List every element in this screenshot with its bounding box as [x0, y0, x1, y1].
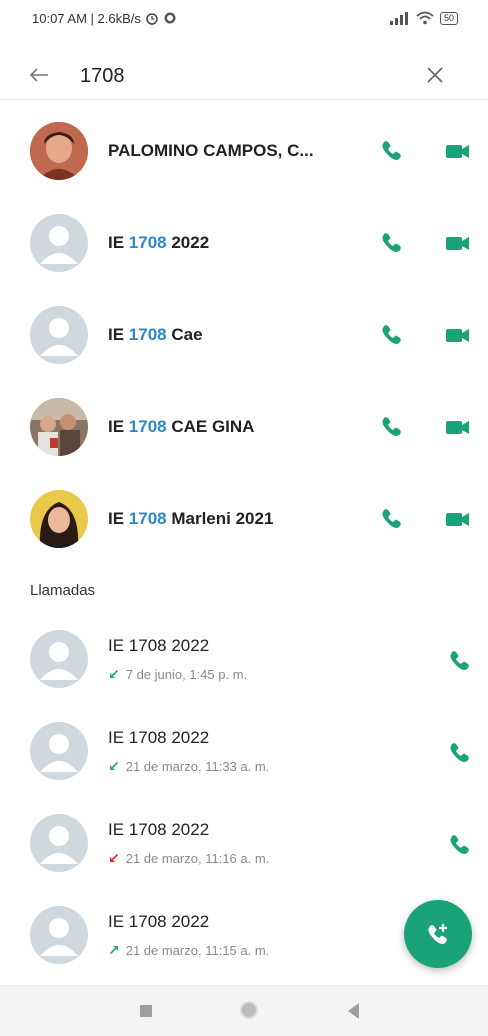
- contact-row[interactable]: IE 1708 Cae: [0, 290, 488, 380]
- status-time: 10:07 AM | 2.6kB/s: [32, 10, 141, 26]
- call-meta: ↙ 21 de marzo, 11:16 a. m.: [108, 850, 269, 867]
- person-photo-icon: [30, 122, 88, 180]
- contact-name: PALOMINO CAMPOS, C...: [108, 141, 314, 160]
- new-call-fab[interactable]: [404, 900, 472, 968]
- section-header-calls: Llamadas: [30, 582, 96, 599]
- contact-row[interactable]: IE 1708 2022: [0, 198, 488, 288]
- video-call-icon[interactable]: [444, 506, 472, 532]
- call-name: IE 1708 2022: [108, 728, 210, 747]
- incoming-call-icon: ↙: [108, 666, 120, 682]
- missed-call-icon: ↙: [108, 850, 120, 866]
- contact-row[interactable]: IE 1708 CAE GINA: [0, 382, 488, 472]
- call-log-row[interactable]: IE 1708 2022 ↙ 21 de marzo, 11:33 a. m.: [0, 712, 488, 804]
- voice-call-icon[interactable]: [378, 414, 404, 440]
- call-name: IE 1708 2022: [108, 636, 210, 655]
- call-avatar: [30, 722, 88, 780]
- call-meta: ↗ 21 de marzo, 11:15 a. m.: [108, 942, 269, 959]
- battery-icon: 50: [439, 11, 458, 25]
- default-avatar-icon: [30, 814, 88, 872]
- voice-call-icon[interactable]: [378, 322, 404, 348]
- whatsapp-notification-icon: [164, 12, 176, 24]
- voice-call-icon[interactable]: [378, 230, 404, 256]
- call-time: 21 de marzo, 11:16 a. m.: [125, 851, 270, 866]
- outgoing-call-icon: ↗: [108, 942, 120, 958]
- status-left: 10:07 AM | 2.6kB/s: [32, 11, 177, 26]
- contact-name: IE 1708 2022: [108, 233, 210, 252]
- group-photo-icon: [30, 398, 88, 456]
- add-call-icon: [428, 924, 447, 944]
- call-meta: ↙ 7 de junio, 1:45 p. m.: [108, 666, 247, 683]
- call-meta: ↙ 21 de marzo, 11:33 a. m.: [108, 758, 269, 775]
- call-avatar: [30, 630, 88, 688]
- video-call-icon[interactable]: [444, 230, 472, 256]
- recent-apps-icon[interactable]: [140, 1005, 152, 1017]
- search-input[interactable]: [78, 58, 382, 94]
- contact-avatar: [30, 122, 88, 180]
- status-right: 50: [388, 11, 458, 25]
- voice-call-icon[interactable]: [378, 506, 404, 532]
- close-icon[interactable]: [422, 62, 448, 88]
- call-time: 21 de marzo, 11:33 a. m.: [125, 759, 270, 774]
- contact-row[interactable]: PALOMINO CAMPOS, C...: [0, 106, 488, 196]
- alarm-icon: [146, 13, 158, 25]
- status-bar: 10:07 AM | 2.6kB/s 50: [0, 0, 488, 36]
- video-call-icon[interactable]: [444, 138, 472, 164]
- contact-name: IE 1708 CAE GINA: [108, 417, 255, 436]
- call-avatar: [30, 814, 88, 872]
- call-log-row[interactable]: IE 1708 2022 ↙ 21 de marzo, 11:16 a. m.: [0, 804, 488, 896]
- system-nav-bar: [0, 985, 488, 1036]
- call-name: IE 1708 2022: [108, 820, 210, 839]
- incoming-call-icon: ↙: [108, 758, 120, 774]
- voice-call-icon[interactable]: [446, 648, 472, 674]
- search-bar: [0, 50, 488, 100]
- contact-row[interactable]: IE 1708 Marleni 2021: [0, 474, 488, 564]
- voice-call-icon[interactable]: [446, 740, 472, 766]
- back-icon[interactable]: [348, 1003, 359, 1019]
- default-avatar-icon: [30, 722, 88, 780]
- default-avatar-icon: [30, 630, 88, 688]
- contact-avatar: [30, 306, 88, 364]
- home-icon[interactable]: [240, 1001, 258, 1019]
- person-photo-icon: [30, 490, 88, 548]
- video-call-icon[interactable]: [444, 414, 472, 440]
- default-avatar-icon: [30, 906, 88, 964]
- call-time: 21 de marzo, 11:15 a. m.: [125, 943, 270, 958]
- call-name: IE 1708 2022: [108, 912, 210, 931]
- voice-call-icon[interactable]: [446, 832, 472, 858]
- signal-icon: [389, 12, 408, 25]
- back-arrow-icon[interactable]: [26, 62, 52, 88]
- contact-name: IE 1708 Marleni 2021: [108, 509, 274, 528]
- battery-level: 50: [443, 12, 454, 23]
- contact-avatar: [30, 214, 88, 272]
- call-log-row[interactable]: IE 1708 2022 ↙ 7 de junio, 1:45 p. m.: [0, 620, 488, 712]
- call-time: 7 de junio, 1:45 p. m.: [125, 667, 248, 682]
- video-call-icon[interactable]: [444, 322, 472, 348]
- default-avatar-icon: [30, 214, 88, 272]
- contact-name: IE 1708 Cae: [108, 325, 203, 344]
- default-avatar-icon: [30, 306, 88, 364]
- voice-call-icon[interactable]: [378, 138, 404, 164]
- contact-avatar: [30, 490, 88, 548]
- wifi-icon: [416, 11, 434, 25]
- call-avatar: [30, 906, 88, 964]
- contact-avatar: [30, 398, 88, 456]
